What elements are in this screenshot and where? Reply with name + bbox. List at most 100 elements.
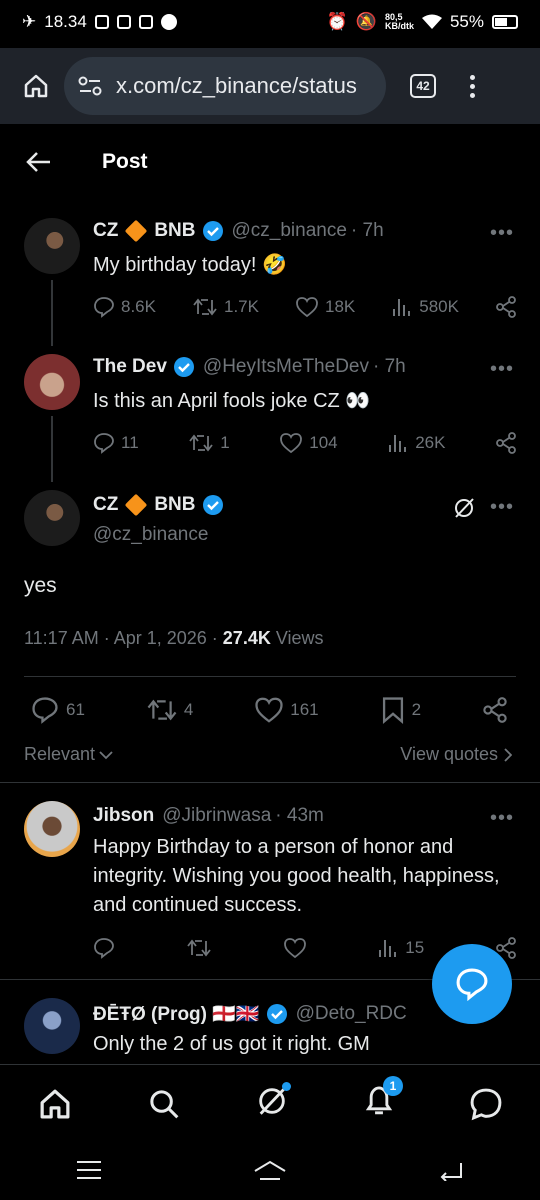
author-name[interactable]: ĐĒŦØ (Prog) 🏴󠁧󠁢󠁥󠁮󠁧󠁿🇬🇧 — [93, 1002, 260, 1026]
author-name[interactable]: CZ — [93, 494, 118, 516]
author-name[interactable]: The Dev — [93, 356, 167, 378]
search-icon[interactable] — [147, 1087, 181, 1121]
back-nav-icon[interactable] — [437, 1159, 465, 1181]
reply-button[interactable]: 8.6K — [93, 296, 156, 318]
reply-button[interactable] — [93, 937, 115, 959]
more-options-icon[interactable]: ••• — [490, 807, 514, 830]
net-speed: 80,5 KB/dtk — [384, 12, 414, 31]
avatar[interactable] — [24, 801, 80, 857]
bookmark-button[interactable]: 2 — [380, 696, 421, 724]
bookmark-icon — [382, 697, 403, 724]
like-count: 161 — [290, 700, 319, 719]
views-count: 26K — [415, 433, 446, 452]
reply-icon — [32, 697, 58, 724]
like-count: 18K — [325, 297, 356, 316]
avatar[interactable] — [24, 490, 80, 546]
chevron-right-icon — [504, 747, 512, 762]
sort-dropdown[interactable]: Relevant — [24, 744, 113, 765]
views-count: 15 — [405, 938, 425, 957]
tweet-text: Only the 2 of us got it right. GM — [93, 1033, 370, 1055]
repost-icon — [189, 434, 213, 452]
tab-switcher-button[interactable]: 42 — [410, 74, 436, 98]
views-button[interactable]: 26K — [387, 432, 445, 454]
author-handle[interactable]: @HeyItsMeTheDev — [203, 356, 369, 378]
compose-reply-button[interactable] — [432, 944, 512, 1024]
bnb-diamond-icon — [125, 219, 148, 243]
views-button[interactable]: 580K — [391, 296, 459, 318]
avatar[interactable] — [24, 998, 80, 1054]
system-navigation — [0, 1140, 540, 1200]
home-icon[interactable] — [37, 1086, 73, 1122]
reply-icon — [94, 297, 114, 318]
tweet-text: Is this an April fools joke CZ 👀 — [93, 390, 371, 412]
author-handle[interactable]: @Jibrinwasa — [162, 805, 271, 827]
thread-reply-tweet[interactable]: The Dev @HeyItsMeTheDev · 7h ••• Is this… — [0, 346, 540, 482]
repost-button[interactable]: 1.7K — [192, 296, 259, 318]
home-nav-icon[interactable] — [252, 1159, 288, 1181]
telegram-icon — [160, 14, 177, 30]
battery-percent: 55% — [449, 12, 484, 31]
reply-button[interactable]: 61 — [30, 696, 85, 724]
thread-line — [51, 280, 53, 346]
post-time: · 43m — [275, 805, 324, 826]
repost-button[interactable]: 1 — [188, 432, 230, 454]
share-icon[interactable] — [495, 296, 517, 318]
author-name-suffix[interactable]: BNB — [154, 494, 195, 516]
tweet-text: My birthday today! 🤣 — [93, 254, 287, 276]
back-arrow-icon[interactable] — [26, 151, 52, 173]
reply-count: 11 — [121, 433, 139, 452]
share-icon[interactable] — [482, 697, 508, 723]
notification-badge: 1 — [383, 1076, 403, 1096]
like-count: 104 — [309, 433, 338, 452]
view-quotes-link[interactable]: View quotes — [400, 744, 512, 765]
repost-count: 1 — [220, 433, 230, 452]
reply-button[interactable]: 11 — [93, 432, 139, 454]
tweet-timestamp: 11:17 AM · Apr 1, 2026 · — [24, 628, 223, 648]
like-button[interactable]: 104 — [279, 432, 338, 454]
site-settings-icon[interactable] — [78, 76, 102, 96]
reply-icon — [94, 938, 114, 959]
like-button[interactable]: 161 — [254, 696, 319, 724]
share-icon[interactable] — [495, 432, 517, 454]
grok-tab[interactable] — [255, 1082, 291, 1123]
avatar[interactable] — [24, 354, 80, 410]
author-name[interactable]: CZ — [93, 220, 118, 242]
verified-badge-icon — [173, 357, 194, 377]
airplane-icon: ✈ — [22, 12, 37, 31]
bottom-navigation: 1 — [0, 1064, 540, 1142]
heart-icon — [280, 433, 303, 454]
repost-count: 1.7K — [224, 297, 259, 316]
author-handle[interactable]: @cz_binance — [232, 220, 347, 242]
more-options-icon[interactable]: ••• — [490, 222, 514, 245]
parent-tweet[interactable]: CZ BNB @cz_binance · 7h ••• My birthday … — [0, 210, 540, 346]
browser-menu-icon[interactable] — [470, 74, 475, 98]
repost-icon — [187, 939, 211, 957]
repost-button[interactable]: 4 — [146, 696, 193, 724]
more-options-icon[interactable]: ••• — [490, 496, 514, 519]
repost-button[interactable] — [186, 937, 212, 959]
repost-count: 4 — [183, 700, 194, 719]
heart-icon — [296, 297, 318, 318]
more-options-icon[interactable]: ••• — [490, 358, 514, 381]
notifications-tab[interactable]: 1 — [363, 1076, 403, 1123]
url-bar[interactable]: x.com/cz_binance/status — [64, 57, 386, 115]
reply-icon — [94, 433, 114, 454]
author-handle[interactable]: @Deto_RDC — [296, 1003, 407, 1025]
grok-icon[interactable] — [452, 496, 476, 520]
author-name[interactable]: Jibson — [93, 805, 154, 827]
views-label: Views — [275, 628, 324, 648]
author-handle[interactable]: @cz_binance — [93, 524, 208, 546]
heart-icon — [255, 697, 283, 723]
home-icon[interactable] — [22, 72, 50, 100]
views-button[interactable]: 15 — [377, 937, 424, 959]
chevron-down-icon — [99, 750, 113, 759]
recents-icon[interactable] — [75, 1159, 103, 1181]
like-button[interactable] — [283, 937, 307, 959]
author-name-suffix[interactable]: BNB — [154, 220, 195, 242]
messages-icon[interactable] — [469, 1087, 503, 1121]
view-quotes-label: View quotes — [400, 744, 498, 764]
discord-icon — [116, 15, 131, 29]
avatar[interactable] — [24, 218, 80, 274]
like-button[interactable]: 18K — [295, 296, 355, 318]
verified-badge-icon — [202, 221, 223, 241]
